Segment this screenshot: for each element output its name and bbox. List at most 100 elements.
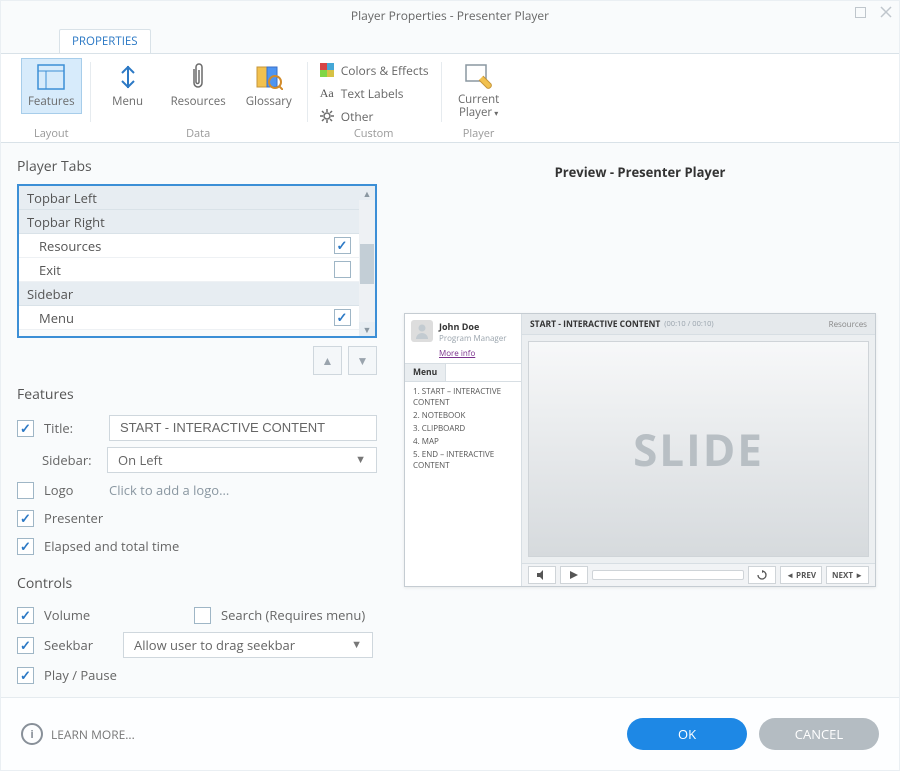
text-icon: Aa [319, 85, 335, 101]
logo-label: Logo [44, 481, 99, 499]
checkbox-exit[interactable] [334, 261, 351, 278]
player-tabs-list[interactable]: Topbar Left Topbar Right Resources Exit [17, 184, 377, 338]
play-icon[interactable] [560, 566, 588, 584]
replay-icon[interactable] [748, 566, 776, 584]
current-player-button[interactable]: Current Player ▾ [449, 58, 509, 124]
group-player-label: Player [463, 126, 495, 142]
elapsed-label: Elapsed and total time [44, 537, 179, 555]
avatar-icon [411, 320, 433, 342]
colors-effects-button[interactable]: Colors & Effects [315, 60, 433, 80]
preview-menu-list: 1. START – INTERACTIVE CONTENT 2. NOTEBO… [405, 382, 521, 477]
preview-seekbar[interactable] [592, 570, 744, 580]
sidebar-value: On Left [118, 447, 163, 473]
resources-label: Resources [171, 94, 226, 109]
title-label: Title: [44, 419, 99, 437]
ribbon-group-layout: Features Layout [13, 54, 90, 142]
list-row-sidebar[interactable]: Sidebar [19, 282, 359, 306]
checkbox-presenter[interactable] [17, 510, 34, 527]
ribbon-group-player: Current Player ▾ Player [441, 54, 517, 142]
next-button[interactable]: NEXT ► [826, 566, 869, 584]
palette-icon [319, 62, 335, 78]
learn-more-link[interactable]: i LEARN MORE... [21, 723, 135, 745]
menu-button[interactable]: Menu [98, 58, 158, 114]
menu-label: Menu [112, 94, 143, 109]
checkbox-title[interactable] [17, 420, 34, 437]
tabstrip: PROPERTIES [1, 29, 899, 53]
list-item[interactable]: 3. CLIPBOARD [413, 423, 513, 434]
ribbon: Features Layout Menu Resources [1, 53, 899, 143]
checkbox-logo[interactable] [17, 482, 34, 499]
volume-icon[interactable] [528, 566, 556, 584]
chevron-down-icon: ▼ [355, 447, 366, 473]
list-scrollbar[interactable]: ▲ ▼ [359, 186, 375, 336]
player-preview: John Doe Program Manager More info Menu … [404, 313, 876, 587]
paperclip-icon [184, 63, 212, 91]
move-up-button[interactable]: ▲ [313, 346, 342, 375]
sidebar-label: Sidebar: [42, 451, 97, 469]
label-topbar-right: Topbar Right [27, 213, 105, 231]
seekbar-value: Allow user to drag seekbar [134, 632, 295, 658]
preview-slide: SLIDE [528, 341, 869, 557]
checkbox-search[interactable] [194, 607, 211, 624]
other-label: Other [341, 108, 374, 125]
checkbox-elapsed[interactable] [17, 538, 34, 555]
group-custom-label: Custom [354, 126, 394, 142]
checkbox-play[interactable] [17, 667, 34, 684]
ok-button[interactable]: OK [627, 718, 747, 750]
glossary-button[interactable]: Glossary [239, 58, 299, 114]
features-button[interactable]: Features [21, 58, 82, 114]
prev-button[interactable]: ◄ PREV [780, 566, 822, 584]
list-item[interactable]: 2. NOTEBOOK [413, 410, 513, 421]
preview-heading: Preview - Presenter Player [555, 163, 726, 181]
preview-menu-tab[interactable]: Menu [405, 364, 446, 381]
preview-controls: ◄ PREV NEXT ► [522, 563, 875, 586]
tab-properties[interactable]: PROPERTIES [59, 29, 151, 53]
play-label: Play / Pause [44, 666, 117, 684]
volume-label: Volume [44, 606, 184, 624]
features-heading: Features [17, 385, 377, 404]
list-item[interactable]: 5. END – INTERACTIVE CONTENT [413, 449, 513, 471]
move-down-button[interactable]: ▼ [348, 346, 377, 375]
list-row-topbar-right[interactable]: Topbar Right [19, 210, 359, 234]
cancel-button[interactable]: CANCEL [759, 718, 879, 750]
more-info-link[interactable]: More info [405, 346, 521, 363]
label-resources-row: Resources [39, 237, 101, 255]
chevron-down-icon: ▼ [351, 632, 362, 658]
list-row-exit[interactable]: Exit [19, 258, 359, 282]
resources-button[interactable]: Resources [164, 58, 233, 114]
logo-hint[interactable]: Click to add a logo... [109, 481, 229, 499]
close-icon[interactable] [879, 5, 893, 19]
preview-resources-link[interactable]: Resources [829, 319, 867, 330]
controls-heading: Controls [17, 574, 377, 593]
list-item[interactable]: 4. MAP [413, 436, 513, 447]
seekbar-label: Seekbar [44, 636, 99, 654]
sidebar-select[interactable]: On Left ▼ [107, 447, 377, 473]
info-icon: i [21, 723, 43, 745]
scroll-down-icon[interactable]: ▼ [359, 322, 375, 336]
seekbar-select[interactable]: Allow user to drag seekbar ▼ [123, 632, 373, 658]
list-item[interactable]: 1. START – INTERACTIVE CONTENT [413, 386, 513, 408]
text-labels-button[interactable]: Aa Text Labels [315, 83, 433, 103]
menu-icon [114, 63, 142, 91]
glossary-icon [255, 63, 283, 91]
checkbox-seekbar[interactable] [17, 637, 34, 654]
maximize-icon[interactable] [853, 5, 867, 19]
preview-timecode: (00:10 / 00:10) [664, 319, 713, 329]
checkbox-resources[interactable] [334, 237, 351, 254]
scroll-thumb[interactable] [360, 244, 374, 284]
title-input[interactable] [109, 415, 377, 441]
scroll-up-icon[interactable]: ▲ [359, 186, 375, 200]
list-row-menu[interactable]: Menu [19, 306, 359, 330]
checkbox-menu[interactable] [334, 309, 351, 326]
label-sidebar-row: Sidebar [27, 285, 73, 303]
search-label: Search (Requires menu) [221, 606, 365, 624]
checkbox-volume[interactable] [17, 607, 34, 624]
label-exit-row: Exit [39, 261, 61, 279]
slide-placeholder: SLIDE [633, 419, 764, 479]
list-row-resources[interactable]: Resources [19, 234, 359, 258]
ribbon-group-custom: Colors & Effects Aa Text Labels Other Cu… [307, 54, 441, 142]
current-player-label: Current Player ▾ [458, 94, 499, 119]
other-button[interactable]: Other [315, 106, 433, 126]
list-row-topbar-left[interactable]: Topbar Left [19, 186, 359, 210]
features-label: Features [28, 94, 75, 109]
